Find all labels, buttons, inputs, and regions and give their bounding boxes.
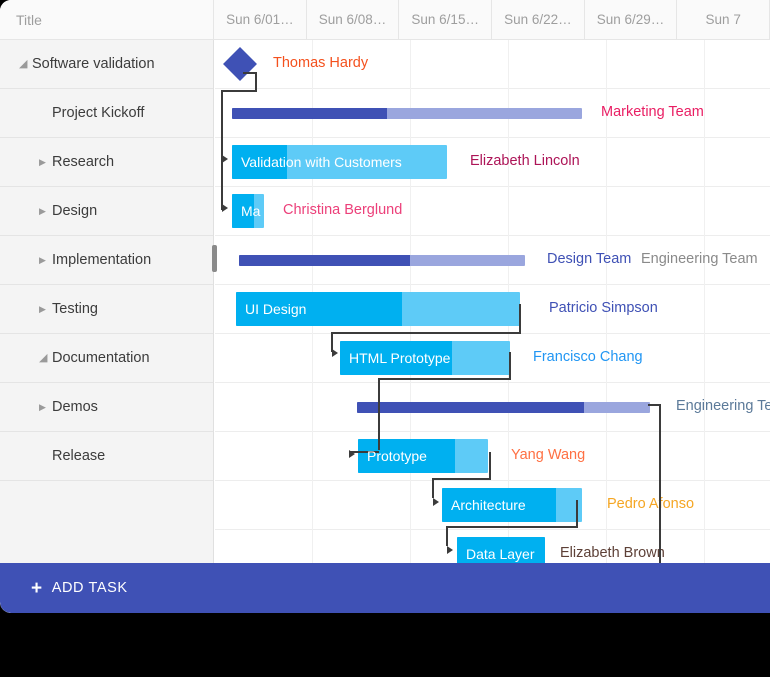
task-bar[interactable]: Validation with Customers <box>232 145 447 179</box>
assignee-label: Marketing Team <box>601 104 704 120</box>
chevron-down-icon[interactable] <box>19 59 27 70</box>
task-bar[interactable]: Prototype <box>358 439 488 473</box>
task-bar-label: Prototype <box>367 448 427 464</box>
dependency-link <box>432 478 491 480</box>
assignee-label: Elizabeth Lincoln <box>470 153 580 169</box>
chevron-right-icon[interactable] <box>39 305 46 314</box>
task-row-label: Design <box>52 203 98 219</box>
dependency-link <box>221 90 257 92</box>
task-row-label: Research <box>52 154 115 170</box>
task-bar[interactable]: HTML Prototype <box>340 341 510 375</box>
task-row-label: Release <box>52 448 106 464</box>
task-row-label: Implementation <box>52 252 152 268</box>
date-header-strip: Sun 6/01… Sun 6/08… Sun 6/15… Sun 6/22… Sun … <box>214 0 770 39</box>
task-row[interactable]: Demos <box>0 383 213 432</box>
dependency-link <box>446 526 578 528</box>
task-row[interactable]: Project Kickoff <box>0 89 213 138</box>
add-task-label: ADD TASK <box>51 580 128 596</box>
task-row[interactable]: Documentation <box>0 334 213 383</box>
vertical-scrollbar-thumb[interactable] <box>212 245 217 272</box>
chevron-right-icon[interactable] <box>39 256 46 265</box>
date-header-cell: Sun 7 <box>677 0 770 39</box>
timeline-grid-column <box>606 40 607 613</box>
assignee-label: Christina Berglund <box>283 202 403 218</box>
plus-icon: + <box>31 577 43 599</box>
task-bar[interactable]: UI Design <box>236 292 520 326</box>
task-bar-label: Architecture <box>451 497 526 513</box>
timeline-grid-row <box>215 432 770 481</box>
task-row-label: Demos <box>52 399 98 415</box>
dependency-link <box>446 526 448 546</box>
add-task-button[interactable]: + ADD TASK <box>0 579 128 598</box>
task-row[interactable]: Research <box>0 138 213 187</box>
dependency-link <box>489 452 491 480</box>
dependency-arrow-icon <box>433 498 439 506</box>
assignee-label: Francisco Chang <box>533 349 643 365</box>
date-header-cell: Sun 6/22… <box>492 0 585 39</box>
dependency-arrow-icon <box>222 204 228 212</box>
assignee-label: Thomas Hardy <box>273 55 369 71</box>
progress-fill <box>357 402 584 413</box>
task-row[interactable]: Release <box>0 432 213 481</box>
assignee-label: Engineering Te <box>676 398 770 414</box>
timeline-header-row: Title Sun 6/01… Sun 6/08… Sun 6/15… Sun 6/2… <box>0 0 770 40</box>
assignee-label: Pedro Afonso <box>607 496 695 512</box>
chevron-right-icon[interactable] <box>39 403 46 412</box>
timeline-grid-column <box>312 40 313 613</box>
task-row-label: Testing <box>52 301 98 317</box>
date-header-cell: Sun 6/08… <box>306 0 400 39</box>
task-bar-label: Validation with Customers <box>241 154 402 170</box>
title-column-header[interactable]: Title <box>0 0 214 39</box>
task-row-label: Documentation <box>52 350 150 366</box>
dependency-link <box>509 352 511 380</box>
footer-bar: + ADD TASK <box>0 563 770 613</box>
title-column-header-label: Title <box>16 11 42 28</box>
task-bar[interactable]: Architecture <box>442 488 582 522</box>
dependency-link <box>221 90 223 158</box>
task-row[interactable]: Software validation <box>0 40 213 89</box>
date-header-cell: Sun 6/01… <box>214 0 307 39</box>
dependency-link <box>648 404 661 406</box>
dependency-link <box>576 500 578 528</box>
chevron-right-icon[interactable] <box>39 207 46 216</box>
dependency-arrow-icon <box>332 349 338 357</box>
progress-fill <box>239 255 410 266</box>
dependency-link <box>331 332 521 334</box>
assignee-label: Patricio Simpson <box>549 300 658 316</box>
progress-fill <box>232 108 387 119</box>
date-header-cell: Sun 6/29… <box>584 0 678 39</box>
gantt-chart-app: Title Sun 6/01… Sun 6/08… Sun 6/15… Sun 6/2… <box>0 0 770 613</box>
timeline-grid-column <box>704 40 705 613</box>
summary-bar[interactable] <box>357 402 650 413</box>
summary-bar[interactable] <box>239 255 525 266</box>
dependency-link <box>221 158 223 210</box>
assignee-label: Yang Wang <box>511 447 586 463</box>
assignee-label: Engineering Team <box>641 251 758 267</box>
dependency-link <box>659 404 661 564</box>
task-row-label: Project Kickoff <box>52 105 145 121</box>
dependency-link <box>432 478 434 498</box>
task-bar[interactable]: Ma <box>232 194 264 228</box>
summary-bar[interactable] <box>232 108 582 119</box>
assignee-label: Elizabeth Brown <box>560 545 665 561</box>
task-row[interactable]: Design <box>0 187 213 236</box>
chevron-right-icon[interactable] <box>39 158 46 167</box>
task-bar-label: HTML Prototype <box>349 350 451 366</box>
dependency-link <box>519 304 521 334</box>
task-row[interactable]: Testing <box>0 285 213 334</box>
dependency-link <box>378 378 511 380</box>
dependency-link <box>255 72 257 92</box>
task-bar-label: UI Design <box>245 301 307 317</box>
timeline-grid-column <box>410 40 411 613</box>
date-header-cell: Sun 6/15… <box>399 0 493 39</box>
gantt-timeline-pane[interactable]: Thomas Hardy Marketing Team Validation wit… <box>215 40 770 613</box>
task-list-sidebar[interactable]: Software validation Project Kickoff Resear… <box>0 40 214 613</box>
chevron-down-icon[interactable] <box>39 353 47 364</box>
dependency-arrow-icon <box>447 546 453 554</box>
task-bar-label: Ma <box>241 203 261 219</box>
task-row[interactable]: Implementation <box>0 236 213 285</box>
assignee-label: Design Team <box>547 251 632 267</box>
